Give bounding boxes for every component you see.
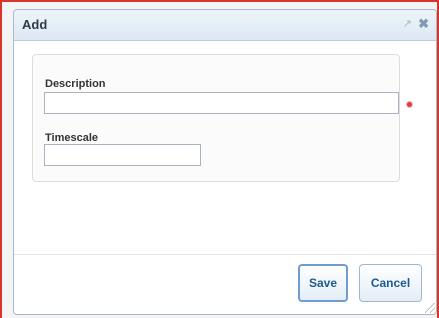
close-icon[interactable]: ✖ bbox=[418, 16, 429, 32]
description-input[interactable] bbox=[44, 92, 399, 114]
save-button[interactable]: Save bbox=[298, 264, 348, 302]
form-panel: Description Timescale bbox=[32, 54, 412, 182]
add-dialog: Add ↗ ✖ Description Timescale Save Cance… bbox=[13, 9, 437, 315]
timescale-label: Timescale bbox=[45, 132, 99, 144]
dialog-title: Add bbox=[22, 17, 48, 32]
required-indicator-icon bbox=[407, 102, 412, 107]
resize-grip-icon[interactable] bbox=[425, 303, 435, 313]
cancel-button[interactable]: Cancel bbox=[359, 264, 422, 302]
description-label: Description bbox=[45, 78, 106, 90]
dialog-titlebar[interactable]: Add ↗ ✖ bbox=[14, 10, 436, 41]
popout-icon[interactable]: ↗ bbox=[403, 16, 412, 32]
footer-divider bbox=[14, 254, 436, 255]
timescale-input[interactable] bbox=[44, 144, 201, 166]
